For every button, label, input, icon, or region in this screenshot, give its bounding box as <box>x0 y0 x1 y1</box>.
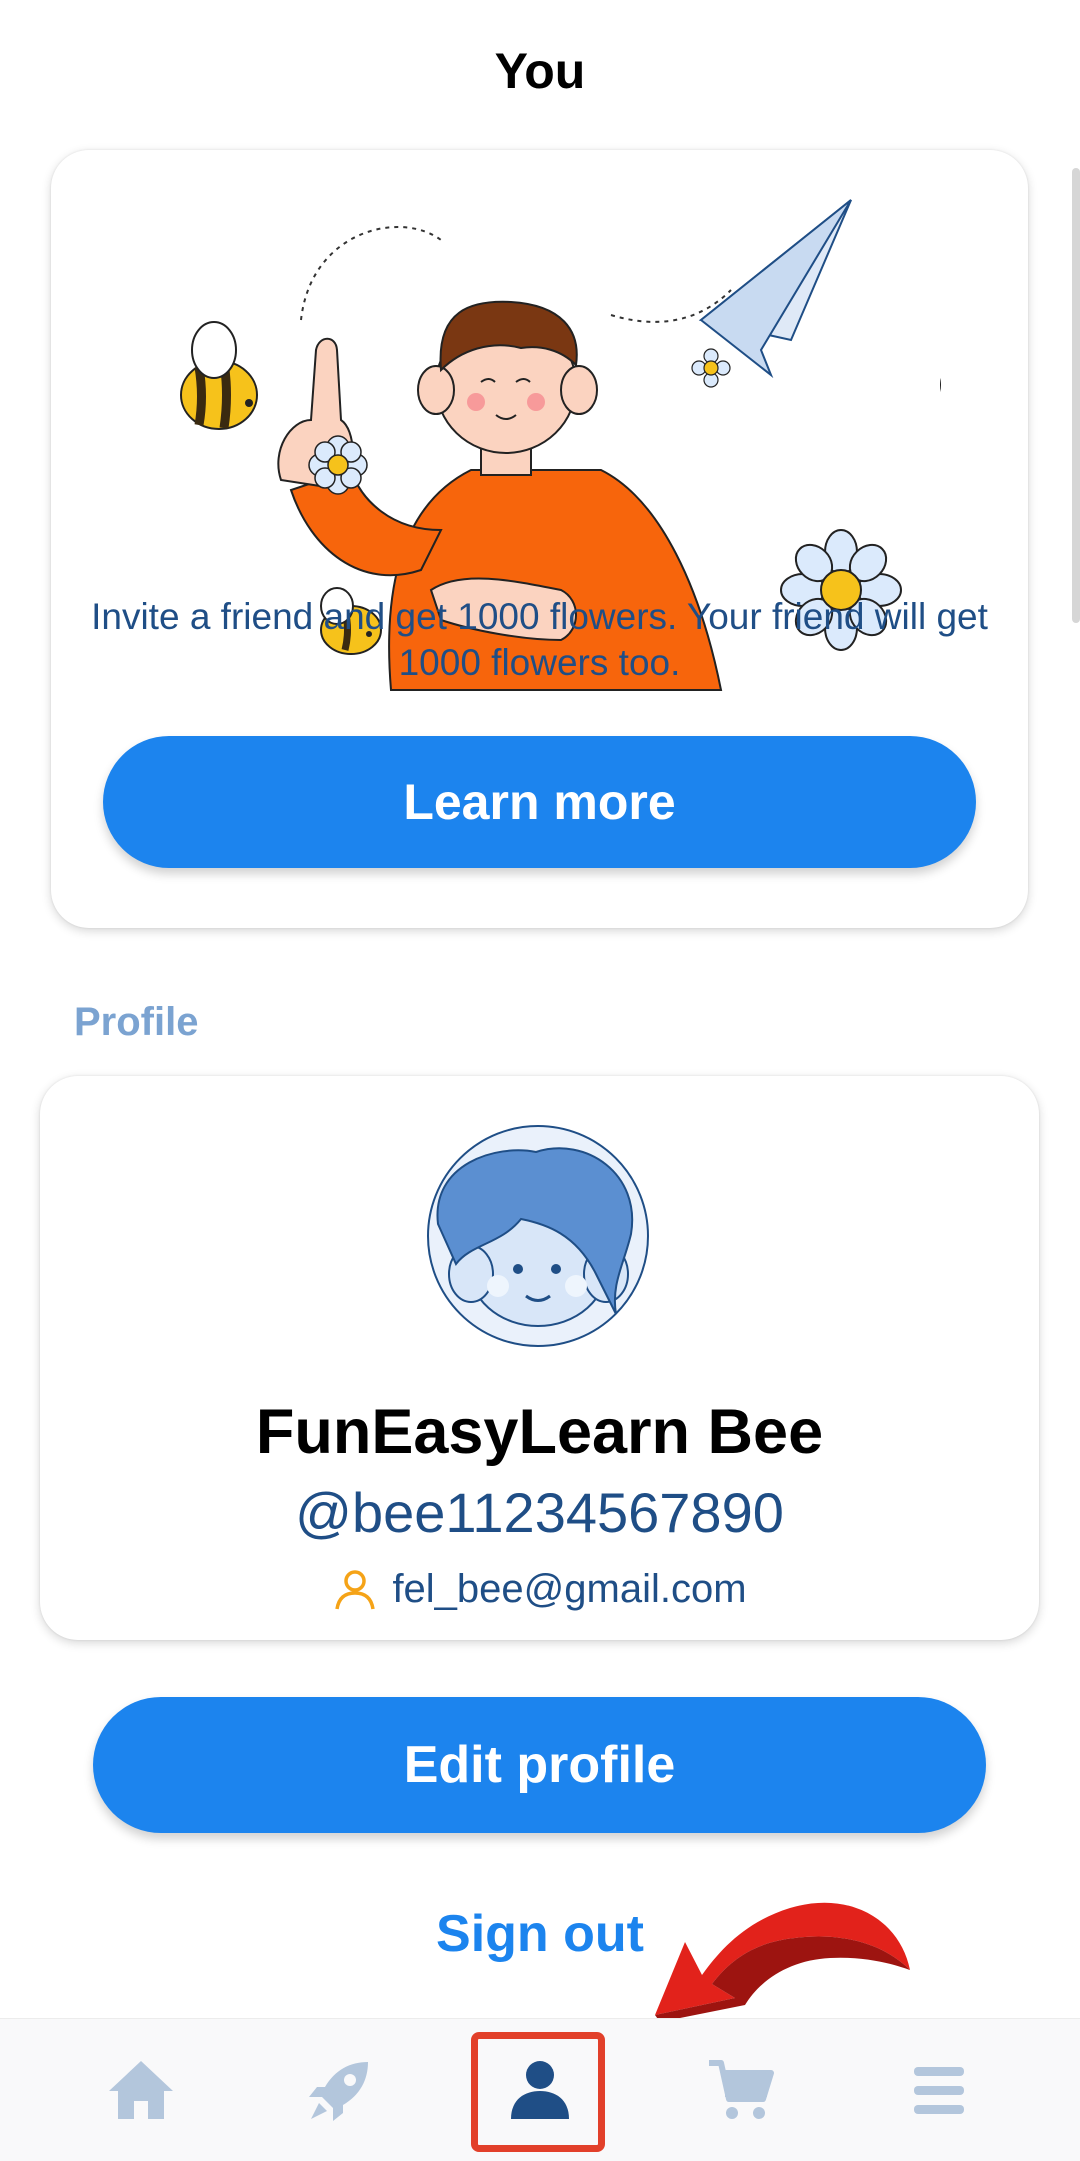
email-row: fel_bee@gmail.com <box>40 1566 1039 1612</box>
invite-description: Invite a friend and get 1000 flowers. Yo… <box>91 596 988 683</box>
profile-email: fel_bee@gmail.com <box>392 1566 747 1611</box>
scrollbar[interactable] <box>1072 168 1080 623</box>
annotation-arrow-icon <box>655 1902 910 2022</box>
profile-card: FunEasyLearn Bee @bee11234567890 fel_bee… <box>40 1076 1039 1640</box>
profile-handle: @bee11234567890 <box>295 1481 784 1544</box>
rocket-icon <box>309 2062 368 2121</box>
person-icon <box>335 1570 376 1610</box>
nav-shop[interactable] <box>665 2019 815 2161</box>
nav-home[interactable] <box>66 2019 216 2161</box>
annotation-highlight-box <box>471 2032 605 2152</box>
edit-profile-button[interactable]: Edit profile <box>93 1697 986 1833</box>
cart-icon <box>709 2060 774 2119</box>
page-title: You <box>494 43 586 99</box>
menu-icon <box>914 2067 964 2114</box>
invite-card: Invite a friend and get 1000 flowers. Yo… <box>51 150 1028 928</box>
profile-section-label: Profile <box>74 1000 199 1044</box>
nav-learn[interactable] <box>265 2019 415 2161</box>
nav-menu[interactable] <box>864 2019 1014 2161</box>
avatar-icon <box>427 1125 649 1347</box>
profile-name: FunEasyLearn Bee <box>255 1397 824 1467</box>
learn-more-button[interactable]: Learn more <box>103 736 976 868</box>
home-icon <box>109 2061 173 2119</box>
